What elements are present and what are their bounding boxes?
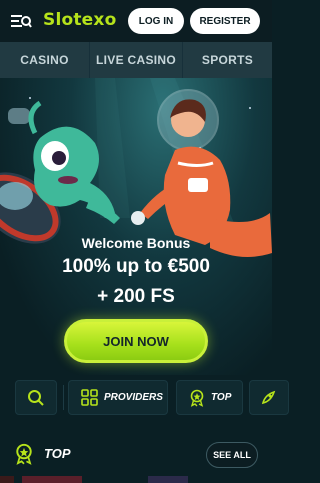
top-filter[interactable]: TOP — [176, 380, 243, 415]
section-title: TOP — [44, 446, 71, 461]
promo-banner[interactable]: Welcome Bonus 100% up to €500 + 200 FS J… — [0, 78, 272, 375]
game-filter-bar: PROVIDERS TOP — [0, 375, 289, 435]
tab-sports[interactable]: SPORTS — [183, 42, 272, 78]
providers-filter[interactable]: PROVIDERS — [68, 380, 168, 415]
brand-logo[interactable]: Slotexo — [43, 10, 116, 30]
tab-live-casino[interactable]: LIVE CASINO — [90, 42, 183, 78]
game-tile[interactable] — [22, 476, 82, 483]
bonus-headline: 100% up to €500 — [62, 256, 210, 277]
bonus-subtitle: Welcome Bonus — [81, 235, 191, 251]
game-tile[interactable] — [0, 476, 14, 483]
bonus-free-spins: + 200 FS — [97, 286, 175, 307]
top-games-section: TOP SEE ALL — [0, 435, 272, 483]
search-button[interactable] — [15, 380, 57, 415]
more-filter[interactable] — [249, 380, 289, 415]
rocket-icon — [261, 390, 276, 404]
divider — [63, 385, 64, 410]
tab-casino[interactable]: CASINO — [0, 42, 90, 78]
see-all-button[interactable]: SEE ALL — [206, 442, 258, 468]
award-icon — [190, 389, 204, 407]
grid-icon — [81, 389, 98, 406]
search-icon — [28, 389, 44, 406]
game-tile[interactable] — [148, 476, 188, 483]
providers-label: PROVIDERS — [104, 392, 163, 403]
top-label: TOP — [211, 392, 232, 403]
menu-search-icon[interactable] — [10, 11, 32, 31]
main-nav: CASINO LIVE CASINO SPORTS — [0, 42, 272, 78]
register-button[interactable]: REGISTER — [190, 8, 260, 34]
login-button[interactable]: LOG IN — [128, 8, 184, 34]
top-header: Slotexo LOG IN REGISTER — [0, 0, 272, 42]
award-icon — [16, 443, 32, 465]
join-now-button[interactable]: JOIN NOW — [64, 319, 208, 363]
